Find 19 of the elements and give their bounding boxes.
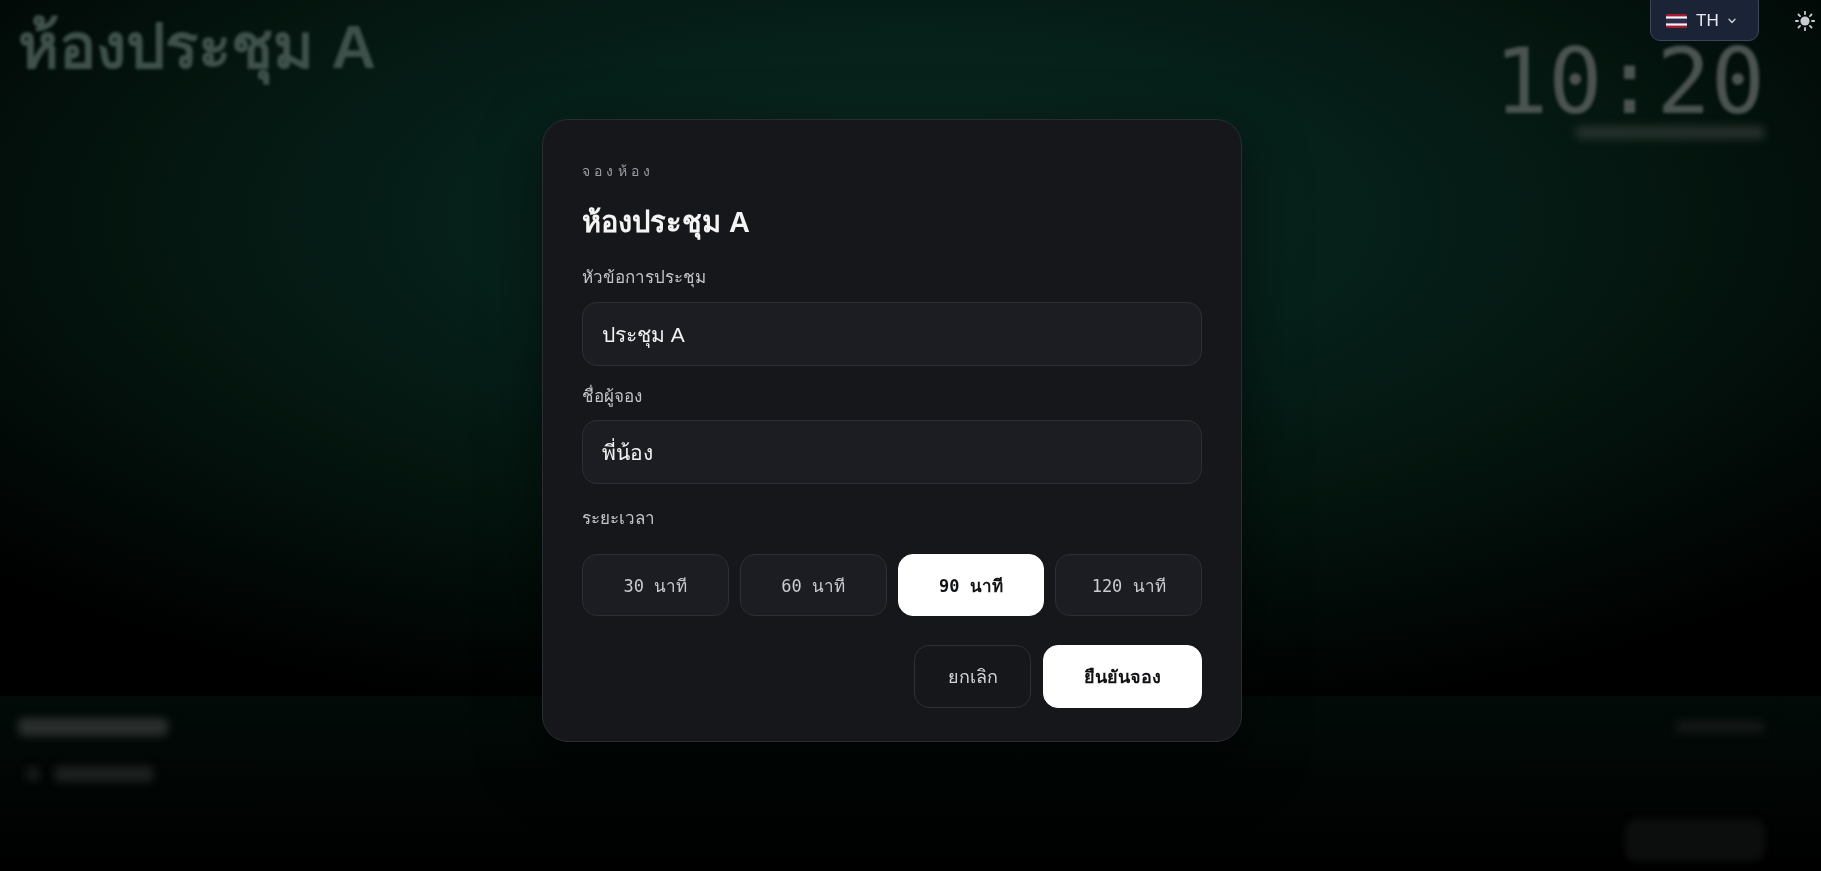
flag-icon bbox=[1666, 13, 1687, 28]
confirm-button[interactable]: ยืนยันจอง bbox=[1043, 645, 1202, 708]
cancel-button[interactable]: ยกเลิก bbox=[914, 645, 1031, 708]
duration-option[interactable]: 90 นาที bbox=[897, 554, 1045, 616]
duration-option[interactable]: 30 นาที bbox=[582, 554, 729, 616]
clock-time: 10:20 bbox=[1494, 44, 1765, 120]
duration-option[interactable]: 60 นาที bbox=[739, 554, 887, 616]
page-title: ห้องประชุม A bbox=[18, 2, 376, 92]
field-label: ชื่อผู้จอง bbox=[582, 385, 642, 409]
sun-icon[interactable] bbox=[1795, 10, 1815, 31]
text-input[interactable]: พี่น้อง bbox=[582, 420, 1202, 484]
field-label: ระยะเวลา bbox=[582, 508, 655, 530]
language-button[interactable]: TH bbox=[1650, 0, 1759, 41]
text-input[interactable]: ประชุม A bbox=[582, 302, 1202, 366]
dialog-eyebrow: จองห้อง bbox=[582, 162, 655, 181]
dialog-title: ห้องประชุม A bbox=[582, 205, 750, 242]
chevron-down-icon bbox=[1727, 17, 1736, 24]
field-label: หัวข้อการประชุม bbox=[582, 267, 706, 290]
duration-option[interactable]: 120 นาที bbox=[1055, 554, 1202, 616]
